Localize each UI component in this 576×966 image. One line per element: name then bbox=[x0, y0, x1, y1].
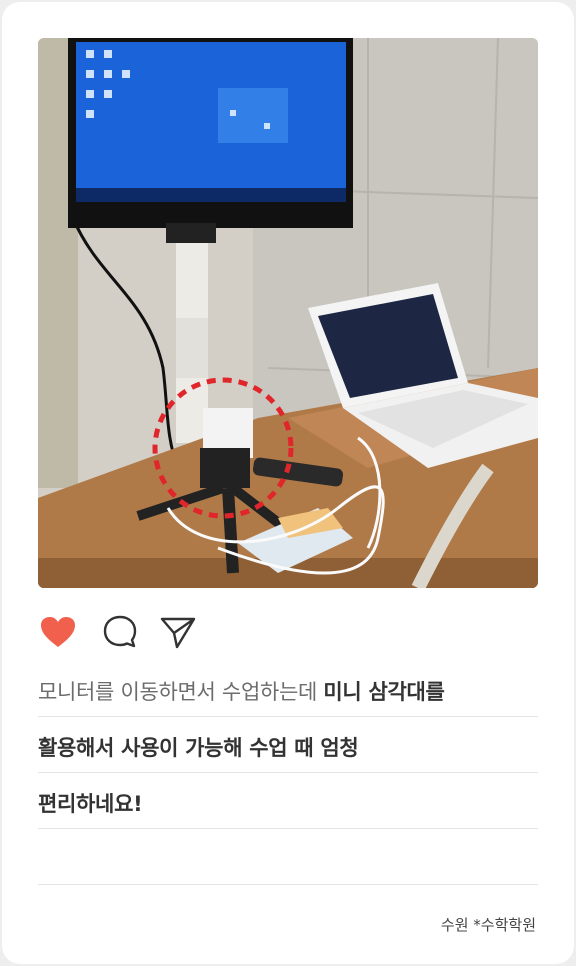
post-photo bbox=[38, 38, 538, 588]
divider bbox=[38, 772, 538, 773]
caption-line-3-text: 편리하네요! bbox=[38, 792, 143, 816]
caption-line-1-regular: 모니터를 이동하면서 수업하는데 bbox=[38, 680, 324, 704]
heart-icon bbox=[40, 616, 76, 652]
caption-line-1: 모니터를 이동하면서 수업하는데 미니 삼각대를 bbox=[38, 676, 538, 706]
divider bbox=[38, 716, 538, 717]
like-button[interactable] bbox=[38, 614, 78, 654]
share-button[interactable] bbox=[158, 614, 198, 654]
post-actions bbox=[38, 614, 238, 654]
caption-line-3: 편리하네요! bbox=[38, 788, 538, 818]
post-author: 수원 *수학학원 bbox=[440, 916, 536, 934]
caption-line-2-text: 활용해서 사용이 가능해 수업 때 엄청 bbox=[38, 736, 359, 760]
comment-bubble-icon bbox=[102, 614, 138, 654]
divider bbox=[38, 828, 538, 829]
caption-line-1-bold: 미니 삼각대를 bbox=[323, 680, 445, 704]
paper-plane-icon bbox=[159, 614, 197, 654]
post-card: 모니터를 이동하면서 수업하는데 미니 삼각대를 활용해서 사용이 가능해 수업… bbox=[2, 2, 574, 964]
footer-divider bbox=[38, 884, 538, 885]
caption-line-2: 활용해서 사용이 가능해 수업 때 엄청 bbox=[38, 732, 538, 762]
comment-button[interactable] bbox=[100, 614, 140, 654]
